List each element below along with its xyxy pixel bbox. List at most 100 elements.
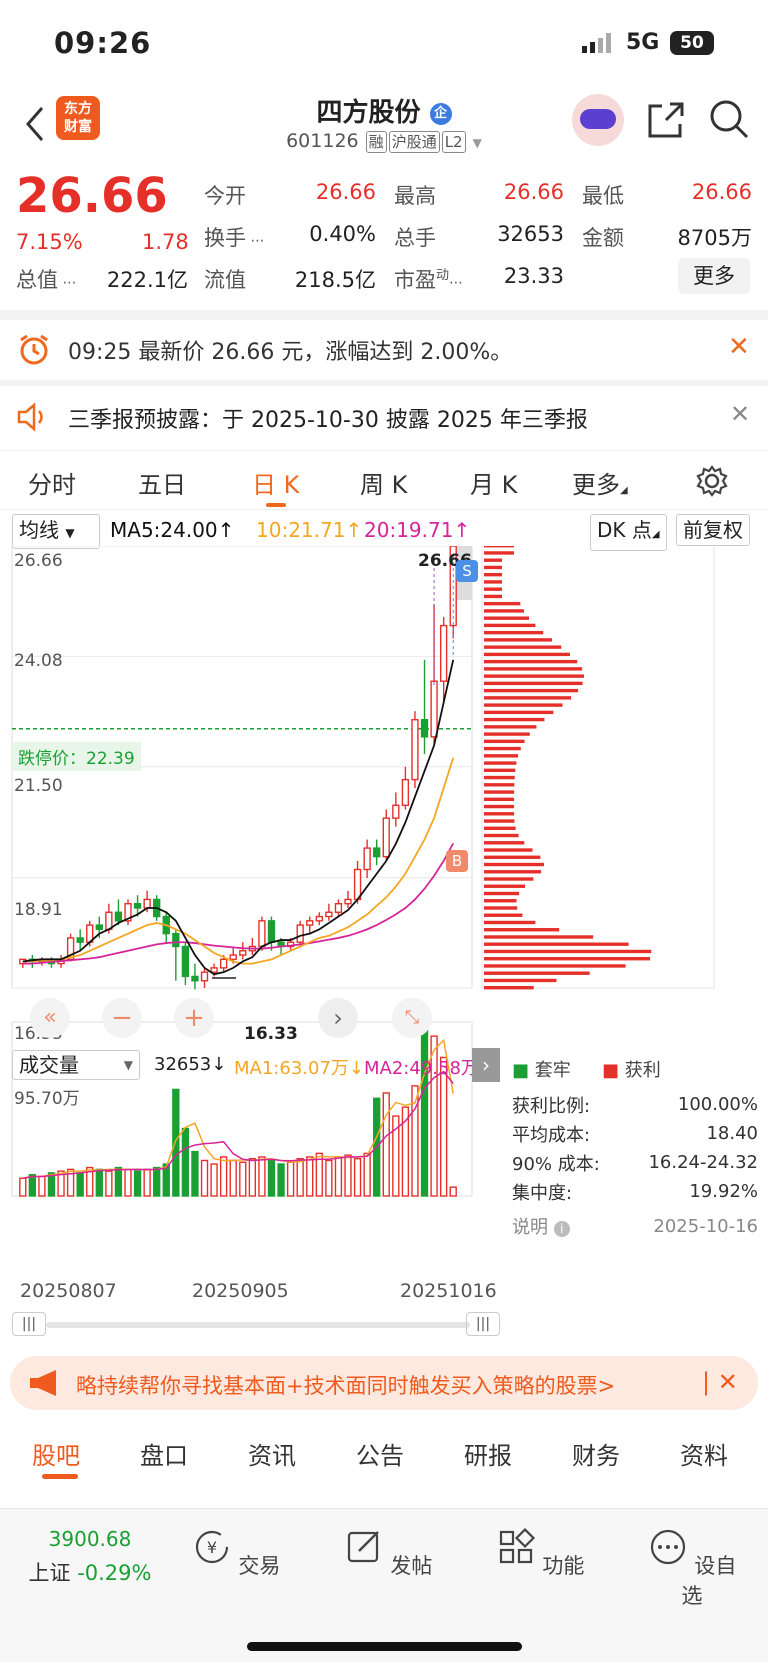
volume-bar [153, 1166, 161, 1197]
disclosure-text: 三季报预披露：于 2025-10-30 披露 2025 年三季报 [68, 408, 588, 433]
sell-marker: S [456, 560, 478, 582]
volume-bar [267, 1159, 276, 1197]
chip-bar [484, 884, 526, 888]
chip-bar [484, 804, 515, 809]
scroll-right-button[interactable]: › [318, 998, 358, 1038]
candle-body [411, 719, 419, 781]
chip-bar [484, 580, 502, 584]
nav-functions[interactable]: 功能 [490, 1527, 590, 1580]
volume-bar [258, 1156, 266, 1197]
chip-bar [484, 870, 542, 874]
strategy-close-icon[interactable]: | ✕ [702, 1368, 738, 1396]
nav-post[interactable]: 发帖 [338, 1527, 438, 1580]
chip-bar [484, 964, 626, 968]
date-label: 20251016 [400, 1280, 497, 1302]
chip-bar [484, 645, 562, 649]
index-pct: -0.29% [77, 1561, 152, 1585]
chip-bar [484, 688, 579, 693]
chip-bar [484, 681, 583, 686]
volume-bar [76, 1172, 84, 1197]
subtab-profile[interactable]: 资料 [680, 1436, 728, 1471]
volume-bar [133, 1170, 142, 1197]
zoom-in-button[interactable]: + [174, 998, 214, 1038]
ma-select[interactable]: 均线 ▼ [12, 514, 100, 549]
assistant-avatar[interactable] [572, 94, 624, 146]
volume-bar [363, 1152, 371, 1197]
subtab-finance[interactable]: 财务 [572, 1436, 620, 1471]
candle-body [210, 967, 218, 973]
range-handle-left[interactable]: ||| [12, 1312, 46, 1336]
subtab-forum[interactable]: 股吧 [32, 1436, 80, 1471]
tab-weekly[interactable]: 周 K [360, 465, 407, 500]
volume-bars [11, 1021, 473, 1197]
index-ticker[interactable]: 3900.68 上证 -0.29% [20, 1527, 160, 1587]
alert-text: 09:25 最新价 26.66 元，涨幅达到 2.00%。 [68, 340, 513, 365]
chip-bar [484, 906, 518, 910]
candle-body [191, 975, 199, 982]
tab-five-day[interactable]: 五日 [138, 465, 186, 500]
vma2-value: MA2:49.58万 [364, 1058, 479, 1079]
chip-bar [484, 790, 515, 794]
range-handle-right[interactable]: ||| [466, 1312, 500, 1336]
chip-bar [484, 746, 521, 751]
y-tick-label: 26.66 [14, 551, 63, 571]
chip-note-link[interactable]: 说明 i [512, 1213, 570, 1239]
chip-bar [484, 957, 651, 961]
settings-icon[interactable] [696, 465, 728, 497]
price-alert[interactable]: 09:25 最新价 26.66 元，涨幅达到 2.00%。 ✕ [0, 320, 768, 380]
scroll-left-button[interactable]: « [30, 998, 70, 1038]
volume-select[interactable]: 成交量 ▼ [12, 1050, 140, 1080]
nav-add-watchlist[interactable]: 设自选 [642, 1527, 742, 1610]
volume-bar [334, 1156, 343, 1197]
chip-bar [484, 587, 502, 591]
subtab-orderbook[interactable]: 盘口 [140, 1436, 188, 1471]
tab-monthly[interactable]: 月 K [470, 465, 517, 500]
more-dots-icon [650, 1529, 685, 1565]
candle-body [344, 898, 352, 905]
strategy-banner[interactable]: 略持续帮你寻找基本面+技术面同时触发买入策略的股票> | ✕ [10, 1356, 758, 1410]
disclosure-close-icon[interactable]: ✕ [730, 400, 750, 428]
chip-bar [484, 732, 530, 736]
chip-bar [484, 841, 525, 845]
tab-more[interactable]: 更多◢ [572, 465, 628, 500]
volume-bar [239, 1161, 247, 1197]
chip-bar [484, 594, 502, 599]
high-value: 26.66 [503, 180, 564, 204]
open-label: 今开 [204, 184, 246, 208]
disclosure-notice[interactable]: 三季报预披露：于 2025-10-30 披露 2025 年三季报 ✕ [0, 386, 768, 448]
fullscreen-button[interactable]: ⤡ [392, 998, 432, 1038]
chip-bar [484, 659, 578, 664]
amount-label: 金额 [582, 226, 624, 250]
volume-bar [172, 1088, 180, 1197]
adjust-button[interactable]: 前复权 [676, 514, 750, 546]
chip-bar [484, 819, 515, 823]
candle-body [420, 719, 429, 738]
subtab-research[interactable]: 研报 [464, 1436, 512, 1471]
high-label: 最高 [394, 184, 436, 208]
expand-indicator-button[interactable]: › [472, 1048, 500, 1082]
chip-bar [484, 986, 534, 990]
search-icon[interactable] [708, 98, 750, 140]
range-scroller[interactable] [46, 1322, 470, 1328]
tab-daily[interactable]: 日 K [252, 465, 299, 500]
chip-bar [484, 652, 570, 657]
float-label: 流值 [204, 268, 246, 292]
chip-bar [484, 928, 560, 932]
subtab-announcements[interactable]: 公告 [356, 1436, 404, 1471]
tab-intraday[interactable]: 分时 [28, 465, 76, 500]
more-button[interactable]: 更多 [678, 258, 750, 294]
megaphone-icon [30, 1370, 56, 1396]
alert-close-icon[interactable]: ✕ [728, 332, 750, 362]
subtab-news[interactable]: 资讯 [248, 1436, 296, 1471]
subtab-indicator [42, 1474, 78, 1479]
total-value: 222.1亿 [106, 268, 188, 292]
stock-header: 东方 财富 四方股份 企 601126 融沪股通 L2 ▼ [0, 86, 768, 164]
share-icon[interactable] [646, 100, 686, 140]
dropdown-icon: ▼ [472, 136, 482, 150]
chip-bar [484, 971, 590, 975]
tag-margin: 融 [365, 131, 387, 153]
chip-bar [484, 696, 572, 700]
alarm-icon [20, 334, 48, 365]
nav-trade[interactable]: ¥ 交易 [186, 1527, 286, 1580]
zoom-out-button[interactable]: − [102, 998, 142, 1038]
